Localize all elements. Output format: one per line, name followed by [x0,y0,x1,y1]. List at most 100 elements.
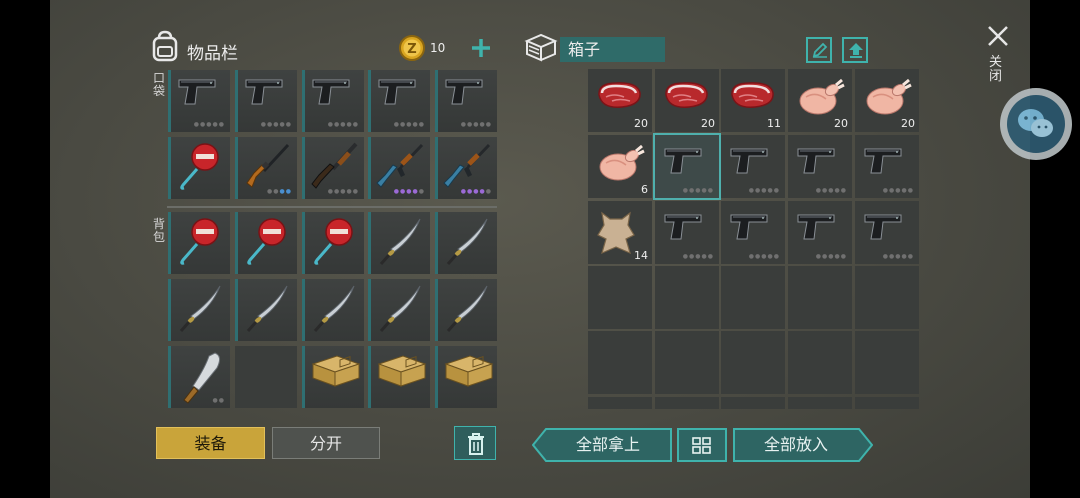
durability-dots: ●●●●● [260,121,292,128]
katana-icon [375,216,425,268]
box-slot-empty[interactable] [855,266,919,329]
box-slot[interactable]: ●●●●● [653,133,721,200]
durability-dots: ●●●●● [748,253,780,260]
inventory-slot[interactable]: ●●●●● [368,137,430,199]
box-slot-empty[interactable] [721,266,785,329]
shotgun-icon [309,141,359,191]
take-all-button[interactable]: 全部拿上 [532,428,672,462]
inventory-slot[interactable] [435,212,497,274]
box-slot-empty[interactable] [721,397,785,409]
ak-icon [375,141,425,191]
inventory-slot[interactable] [302,279,364,341]
inventory-slot[interactable] [235,279,297,341]
inventory-slot-empty[interactable] [235,346,297,408]
durability-dots: ●●●●● [327,188,359,195]
pistol-icon [727,143,771,177]
box-slot[interactable]: ●●●●● [721,135,785,198]
backpack-icon [150,30,180,62]
inventory-slot[interactable] [435,279,497,341]
box-slot[interactable]: ●●●●● [788,135,852,198]
pistol-icon [794,209,838,243]
box-slot-empty[interactable] [788,397,852,409]
box-slot-empty[interactable] [588,331,652,394]
inventory-slot[interactable]: ●●●●● [302,70,364,132]
inventory-slot[interactable]: ●●●●● [302,137,364,199]
trash-icon [466,432,486,456]
put-all-button[interactable]: 全部放入 [733,428,873,462]
inventory-slot[interactable] [168,137,230,199]
inventory-slot[interactable] [168,212,230,274]
box-slot[interactable]: 14 [588,201,652,264]
durability-dots: ●● [212,397,225,404]
box-slot-empty[interactable] [655,266,719,329]
box-slot-empty[interactable] [788,331,852,394]
inventory-slot[interactable] [302,346,364,408]
katana-icon [375,283,425,335]
trash-button[interactable] [454,426,496,460]
add-coins-button[interactable] [470,37,492,59]
durability-dots: ●●●● [267,188,292,195]
ammo-box-icon [309,350,363,390]
split-button[interactable]: 分开 [272,427,380,459]
inventory-slot[interactable]: ●●●●● [368,70,430,132]
box-slot[interactable]: ●●●●● [721,201,785,264]
item-count: 20 [701,117,715,130]
durability-dots: ●●●●● [815,187,847,194]
raw-chicken-icon [861,77,913,121]
item-count: 14 [634,249,648,262]
inventory-slot[interactable] [368,346,430,408]
box-slot-empty[interactable] [588,266,652,329]
wechat-float-button[interactable] [1000,88,1072,160]
grid-icon [692,437,712,455]
durability-dots: ●●●●● [815,253,847,260]
inventory-slot[interactable] [235,212,297,274]
box-slot[interactable]: ●●●●● [655,201,719,264]
pistol-icon [661,209,705,243]
sort-button[interactable] [677,428,727,462]
inventory-slot[interactable] [435,346,497,408]
pistol-icon [242,74,286,108]
box-slot[interactable]: 11 [721,69,785,132]
box-slot-empty[interactable] [855,397,919,409]
equip-button[interactable]: 装备 [156,427,265,459]
inventory-slot[interactable] [302,212,364,274]
rifle-brown-icon [242,141,292,191]
box-slot-empty[interactable] [655,397,719,409]
raw-chicken-icon [794,77,846,121]
inventory-slot[interactable] [168,279,230,341]
durability-dots: ●●●●● [393,121,425,128]
svg-text:Z: Z [407,42,416,57]
box-slot[interactable]: 20 [655,69,719,132]
box-slot[interactable]: 20 [588,69,652,132]
box-slot[interactable]: ●●●●● [788,201,852,264]
inventory-slot[interactable]: ●●●●● [435,137,497,199]
inventory-slot[interactable] [368,279,430,341]
durability-dots: ●●●●● [882,187,914,194]
stop-sign-icon [242,216,288,266]
box-slot[interactable]: 20 [855,69,919,132]
upload-button[interactable] [842,37,868,63]
inventory-slot[interactable] [368,212,430,274]
close-button[interactable]: 关闭 [986,24,1010,84]
inventory-slot[interactable]: ●●●● [235,137,297,199]
inventory-slot[interactable]: ●● [168,346,230,408]
box-slot-empty[interactable] [721,331,785,394]
box-slot[interactable]: ●●●●● [855,201,919,264]
box-slot[interactable]: 6 [588,135,652,198]
inventory-slot[interactable]: ●●●●● [435,70,497,132]
pistol-icon [375,74,419,108]
inventory-slot[interactable]: ●●●●● [168,70,230,132]
pistol-icon [861,209,905,243]
pistol-icon [861,143,905,177]
box-slot-empty[interactable] [788,266,852,329]
box-slot[interactable]: 20 [788,69,852,132]
rename-button[interactable] [806,37,832,63]
pistol-icon [727,209,771,243]
raw-steak-icon [661,77,711,113]
box-slot-empty[interactable] [855,331,919,394]
box-slot-empty[interactable] [588,397,652,409]
box-slot-empty[interactable] [655,331,719,394]
box-slot[interactable]: ●●●●● [855,135,919,198]
inventory-slot[interactable]: ●●●●● [235,70,297,132]
katana-icon [175,283,225,335]
